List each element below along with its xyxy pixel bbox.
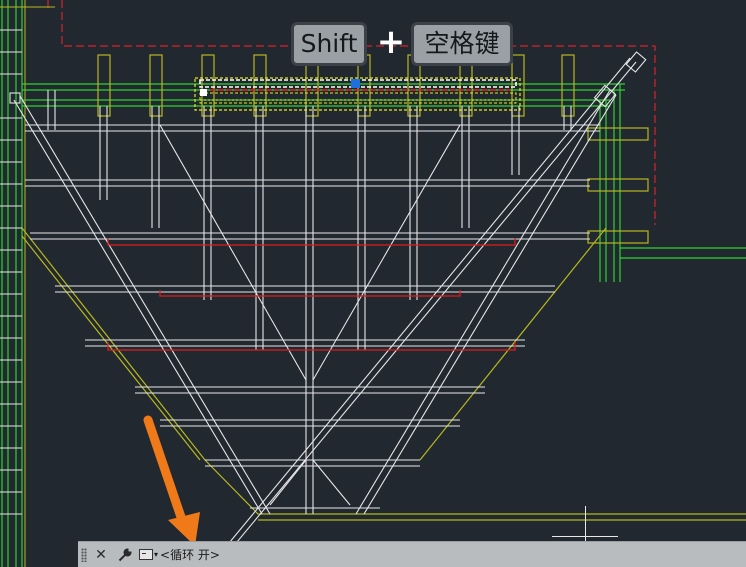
grip-handle-icon[interactable] bbox=[81, 547, 87, 562]
right-yellow-beams bbox=[587, 127, 649, 244]
right-green-column bbox=[599, 84, 746, 282]
vertical-struts bbox=[47, 90, 572, 514]
spacebar-key-label: 空格键 bbox=[411, 22, 513, 66]
close-icon[interactable]: ✕ bbox=[93, 546, 109, 564]
left-green-column bbox=[1, 0, 23, 567]
orange-arrow bbox=[143, 415, 200, 546]
top-green-band bbox=[22, 83, 625, 107]
command-prompt-icon[interactable]: ▾ bbox=[139, 549, 158, 560]
cad-drawing-canvas[interactable] bbox=[0, 0, 746, 567]
wrench-icon[interactable] bbox=[117, 546, 133, 564]
yellow-slope-outline bbox=[21, 227, 746, 521]
command-line-bar[interactable]: ✕ ▾ <循环 开> bbox=[78, 541, 746, 567]
red-rebar-lines bbox=[107, 238, 516, 351]
grip-handle[interactable] bbox=[351, 79, 360, 88]
shift-key-label: Shift bbox=[291, 22, 367, 66]
plus-sign: + bbox=[376, 22, 406, 62]
command-prompt-text: <循环 开> bbox=[160, 548, 220, 562]
